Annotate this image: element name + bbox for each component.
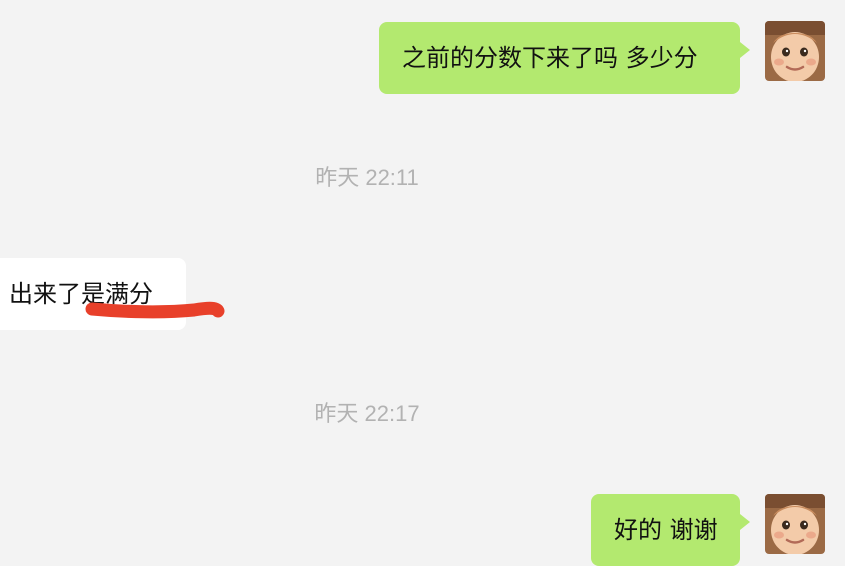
avatar[interactable] bbox=[765, 494, 825, 554]
message-bubble-sent[interactable]: 之前的分数下来了吗 多少分 bbox=[379, 22, 740, 94]
baby-face-avatar-icon bbox=[765, 21, 825, 81]
red-highlight-stroke bbox=[85, 301, 225, 319]
message-text: 之前的分数下来了吗 多少分 bbox=[402, 44, 698, 72]
bubble-tail bbox=[740, 514, 750, 530]
baby-face-avatar-icon bbox=[765, 494, 825, 554]
avatar[interactable] bbox=[765, 21, 825, 81]
chat-view: 之前的分数下来了吗 多少分 昨天 22:11 出来了是满分 昨天 22:17 好… bbox=[0, 0, 845, 566]
bubble-tail bbox=[740, 42, 750, 58]
timestamp: 昨天 22:17 bbox=[314, 401, 420, 426]
message-text: 好的 谢谢 bbox=[614, 516, 718, 544]
message-bubble-sent[interactable]: 好的 谢谢 bbox=[591, 494, 740, 566]
timestamp: 昨天 22:11 bbox=[315, 165, 419, 190]
